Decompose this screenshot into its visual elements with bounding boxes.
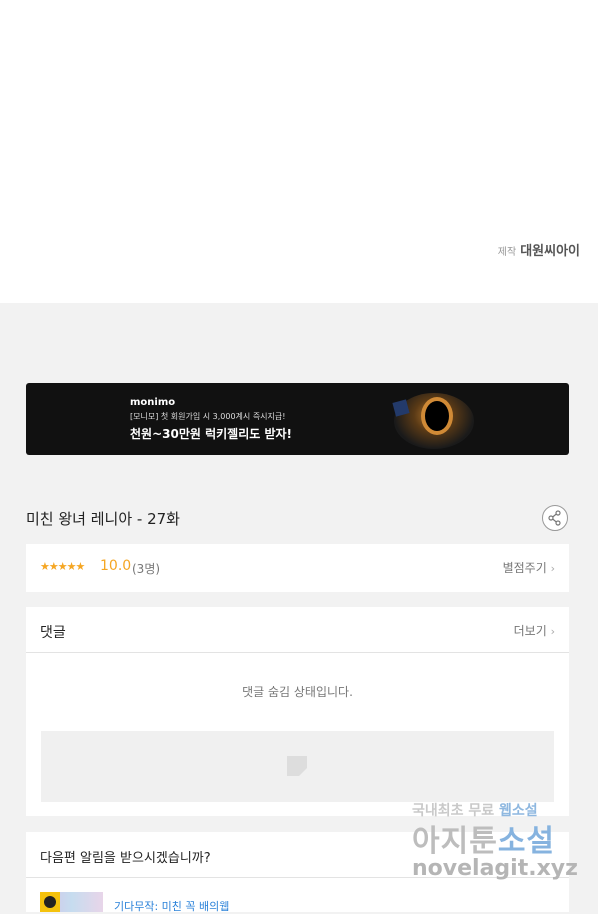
next-episode-teaser[interactable]: 기다무작: 미친 꼭 배의웹	[114, 898, 229, 914]
watermark-line2-b: 소설	[497, 824, 556, 859]
comments-hidden-message: 댓글 숨김 상태입니다.	[242, 685, 353, 699]
rating-card: ★★★★★ 10.0 (3명) 별점주기 ›	[26, 544, 569, 592]
content-top-area: 제작 대원씨아이	[0, 0, 598, 303]
banner-brand: monimo	[130, 397, 176, 408]
share-icon	[548, 510, 561, 526]
rating-count: (3명)	[132, 562, 161, 576]
ad-banner[interactable]: monimo [모니모] 첫 회원가입 시 3,000계시 즉시지급! 천원~3…	[26, 383, 569, 455]
notify-question: 다음편 알림을 받으시겠습니까?	[40, 851, 211, 866]
banner-line2: 천원~30만원 럭키젤리도 받자!	[130, 427, 293, 441]
more-button[interactable]: 더보기 ›	[514, 622, 555, 639]
comment-placeholder	[41, 731, 554, 802]
comments-title: 댓글	[40, 625, 66, 641]
rate-button[interactable]: 별점주기 ›	[503, 559, 555, 576]
watermark-line2: 아지툰소설	[412, 816, 555, 860]
chevron-right-icon: ›	[550, 562, 555, 575]
banner-ring-image	[421, 397, 453, 435]
document-placeholder-icon	[287, 756, 307, 776]
credit-label: 제작	[497, 247, 517, 258]
production-credit: 제작 대원씨아이	[498, 240, 580, 259]
rate-button-label: 별점주기	[502, 561, 547, 575]
next-episode-thumbnail[interactable]	[40, 892, 103, 912]
more-button-label: 더보기	[513, 624, 547, 638]
watermark-line2-a: 아지툰	[412, 824, 498, 859]
banner-line1: [모니모] 첫 회원가입 시 3,000계시 즉시지급!	[130, 412, 286, 421]
episode-title: 미친 왕녀 레니아 - 27화	[26, 510, 180, 528]
credit-studio: 대원씨아이	[520, 244, 580, 259]
rating-score: 10.0	[100, 558, 132, 574]
watermark-url: novelagit.xyz	[412, 856, 578, 881]
clock-icon	[40, 892, 60, 912]
divider	[26, 652, 569, 653]
share-button[interactable]	[542, 505, 568, 531]
chevron-right-icon: ›	[550, 625, 555, 638]
star-rating-icon: ★★★★★	[40, 560, 85, 573]
comments-card: 댓글 더보기 › 댓글 숨김 상태입니다.	[26, 607, 569, 816]
site-watermark: 국내최초 무료 웹소설 아지툰소설 novelagit.xyz	[412, 800, 582, 892]
